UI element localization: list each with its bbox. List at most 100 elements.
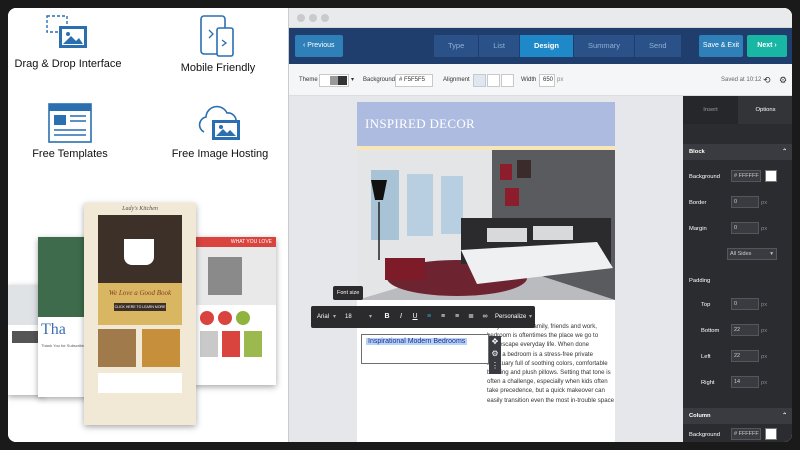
mockup-banner: WHAT YOU LOVE [194, 237, 276, 247]
template-grid-icon [48, 103, 92, 143]
next-button[interactable]: Next › [747, 35, 787, 57]
align-left-button[interactable] [473, 74, 486, 87]
save-exit-button[interactable]: Save & Exit [699, 35, 743, 57]
padding-label: Padding [689, 278, 711, 284]
panel-tabs: Insert Options [683, 96, 792, 124]
width-input[interactable]: 650 [539, 74, 555, 87]
history-icon[interactable]: ⟲ [763, 64, 771, 96]
design-toolbar: Theme ▾ Background # F5F5F5 Alignment Wi… [289, 64, 792, 96]
settings-icon[interactable]: ⚙ [489, 348, 501, 360]
format-toolbar: Arial ▾ 18 ▾ B I U ≡ ≡ ≡ ≣ ∞ Personalize… [311, 306, 535, 328]
gear-icon[interactable]: ⚙ [779, 64, 787, 96]
margin-label: Margin [689, 226, 707, 232]
sides-select[interactable]: All Sides ▾ [727, 248, 777, 260]
step-send[interactable]: Send [635, 35, 681, 57]
body-line: right, a bedroom is a stress-free privat… [487, 350, 594, 358]
align-center-icon[interactable]: ≡ [437, 311, 449, 323]
step-list[interactable]: List [479, 35, 519, 57]
block-background-swatch[interactable] [765, 170, 777, 182]
align-right-button[interactable] [501, 74, 514, 87]
align-right-icon[interactable]: ≡ [451, 311, 463, 323]
feature-mobile: Mobile Friendly [158, 14, 278, 74]
background-color-input[interactable]: # F5F5F5 [395, 74, 433, 87]
email-header[interactable]: INSPIRED DECOR [357, 102, 615, 146]
editor-window: ‹ Previous Type List Design Summary Send… [288, 8, 792, 442]
step-design[interactable]: Design [519, 35, 573, 57]
step-type[interactable]: Type [434, 35, 479, 57]
screenshot-frame: Drag & Drop Interface Mobile Friendly Fr… [8, 8, 792, 442]
options-panel: Insert Options Block ⌃ Background # FFFF… [683, 96, 792, 442]
align-center-button[interactable] [487, 74, 500, 87]
previous-label: Previous [307, 42, 335, 49]
column-background-input[interactable]: # FFFFFF [731, 428, 761, 440]
block-label: Block [689, 149, 705, 155]
border-input[interactable]: 0 [731, 196, 759, 208]
body-line: easily transition even the most in-troub… [487, 396, 615, 404]
font-family-select[interactable]: Arial [317, 306, 329, 328]
padding-top-unit: px [761, 302, 768, 308]
more-icon[interactable]: ⋮ [489, 360, 501, 372]
align-left-icon[interactable]: ≡ [423, 311, 435, 323]
background-label: Background [689, 174, 720, 180]
selected-heading[interactable]: Inspirational Modern Bedrooms [366, 338, 468, 345]
mockup-cta: CLICK HERE TO LEARN MORE [114, 303, 166, 311]
border-unit: px [761, 200, 768, 206]
block-actions: ✥ ⚙ ⋮ [489, 336, 501, 374]
step-tabs: Type List Design Summary Send [434, 35, 682, 57]
body-line: often a challenge, especially when kids … [487, 378, 608, 386]
padding-right-input[interactable]: 14 [731, 376, 759, 388]
border-label: Border [689, 200, 707, 206]
padding-right-label: Right [701, 380, 715, 386]
body-line: bedding and plush pillows. Setting that … [487, 369, 611, 377]
block-background-input[interactable]: # FFFFFF [731, 170, 761, 182]
padding-top-input[interactable]: 0 [731, 298, 759, 310]
block-section-header[interactable]: Block ⌃ [683, 144, 792, 160]
padding-bottom-input[interactable]: 22 [731, 324, 759, 336]
justify-icon[interactable]: ≣ [465, 311, 477, 323]
chevron-down-icon: ▾ [770, 251, 773, 257]
italic-button[interactable]: I [395, 311, 407, 323]
link-icon[interactable]: ∞ [479, 311, 491, 323]
saved-status: Saved at 10:12 [721, 77, 762, 83]
column-background-swatch[interactable] [765, 428, 777, 440]
theme-swatch-select[interactable] [319, 74, 349, 87]
tab-options[interactable]: Options [738, 96, 792, 124]
underline-button[interactable]: U [409, 311, 421, 323]
window-zoom-dot[interactable] [321, 14, 329, 22]
chevron-down-icon[interactable]: ▾ [369, 306, 372, 328]
previous-button[interactable]: ‹ Previous [295, 35, 343, 57]
campaign-navbar: ‹ Previous Type List Design Summary Send… [289, 28, 792, 64]
bold-button[interactable]: B [381, 311, 393, 323]
column-section-header[interactable]: Column ⌃ [683, 408, 792, 424]
heading-text-block[interactable]: Inspirational Modern Bedrooms [361, 334, 489, 364]
padding-bottom-unit: px [761, 328, 768, 334]
mobile-devices-icon [200, 15, 234, 57]
email-canvas: INSPIRED DECOR busy lives full of family… [289, 96, 683, 442]
chevron-down-icon[interactable]: ▾ [529, 306, 532, 328]
font-size-select[interactable]: 18 [345, 306, 352, 328]
feature-drag-drop: Drag & Drop Interface [8, 14, 128, 70]
sides-value: All Sides [730, 251, 752, 257]
padding-left-input[interactable]: 22 [731, 350, 759, 362]
bedroom-photo[interactable] [357, 150, 615, 300]
margin-unit: px [761, 226, 768, 232]
chevron-up-icon: ⌃ [782, 413, 787, 419]
feature-label: Mobile Friendly [180, 62, 256, 74]
chevron-down-icon[interactable]: ▾ [351, 64, 354, 96]
chevron-down-icon[interactable]: ▾ [333, 306, 336, 328]
chevron-right-icon: › [772, 42, 777, 49]
padding-top-label: Top [701, 302, 711, 308]
move-icon[interactable]: ✥ [489, 336, 501, 348]
margin-input[interactable]: 0 [731, 222, 759, 234]
window-minimize-dot[interactable] [309, 14, 317, 22]
body-line: sanctuary full of soothing colors, comfo… [487, 359, 608, 367]
tab-insert[interactable]: Insert [683, 96, 738, 124]
window-close-dot[interactable] [297, 14, 305, 22]
personalize-dropdown[interactable]: Personalize [495, 306, 526, 328]
step-summary[interactable]: Summary [573, 35, 635, 57]
body-line: bedroom is oftentimes the place we go to [487, 332, 599, 340]
width-unit: px [557, 77, 564, 83]
feature-label: Free Image Hosting [171, 148, 269, 160]
font-size-tooltip: Font size [333, 286, 364, 300]
background-label: Background [363, 77, 396, 83]
